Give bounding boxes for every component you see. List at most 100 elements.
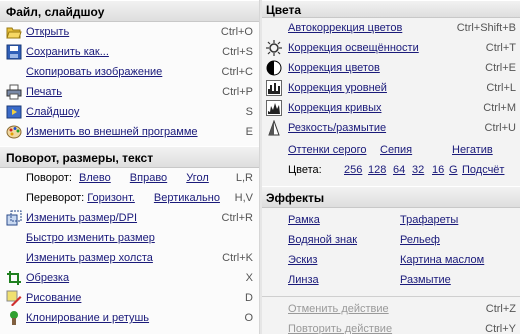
slideshow-item[interactable]: Слайдшоу S — [0, 102, 259, 122]
canvas-size-label[interactable]: Изменить размер холста — [26, 248, 153, 268]
canvas-size-item[interactable]: Изменить размер холста Ctrl+K — [0, 248, 259, 268]
curves-item[interactable]: Коррекция кривых Ctrl+M — [262, 98, 520, 118]
slideshow-icon — [6, 104, 22, 120]
draw-shortcut: D — [245, 292, 253, 304]
print-label[interactable]: Печать — [26, 82, 62, 102]
rotate-angle-link[interactable]: Угол — [186, 172, 209, 184]
open-item[interactable]: Открыть Ctrl+O — [0, 22, 259, 42]
color-correction-item[interactable]: Коррекция цветов Ctrl+E — [262, 58, 520, 78]
effects-section-header: Эффекты — [262, 186, 520, 208]
rotate-left-link[interactable]: Влево — [79, 172, 111, 184]
colors-256-link[interactable]: 256 — [344, 160, 362, 180]
resize-shortcut: Ctrl+R — [221, 212, 253, 224]
flip-horizontal-link[interactable]: Горизонт. — [87, 192, 135, 204]
flip-shortcut: H,V — [234, 192, 253, 204]
slideshow-label[interactable]: Слайдшоу — [26, 102, 79, 122]
lighting-shortcut: Ctrl+T — [485, 42, 516, 54]
save-as-label[interactable]: Сохранить как... — [26, 42, 109, 62]
colors-section-header: Цвета — [262, 0, 520, 18]
sketch-link[interactable]: Эскиз — [288, 250, 317, 270]
lighting-item[interactable]: Коррекция освещённости Ctrl+T — [262, 38, 520, 58]
sepia-link[interactable]: Сепия — [380, 140, 412, 160]
oil-painting-link[interactable]: Картина маслом — [400, 250, 484, 270]
flip-row: Переворот: Горизонт. Вертикально H,V — [0, 188, 259, 208]
auto-color-item[interactable]: Автокоррекция цветов Ctrl+Shift+B — [262, 18, 520, 38]
colors-64-link[interactable]: 64 — [393, 160, 405, 180]
color-circle-icon — [266, 60, 282, 76]
draw-label[interactable]: Рисование — [26, 288, 81, 308]
redo-shortcut: Ctrl+Y — [485, 323, 516, 334]
transform-section-header: Поворот, размеры, текст — [0, 146, 259, 168]
colors-32-link[interactable]: 32 — [412, 160, 424, 180]
copy-image-shortcut: Ctrl+C — [221, 66, 253, 78]
slideshow-shortcut: S — [245, 106, 253, 118]
redo-item[interactable]: Повторить действие Ctrl+Y — [262, 319, 520, 334]
rotate-label: Поворот: — [26, 172, 72, 184]
watermark-link[interactable]: Водяной знак — [288, 230, 357, 250]
resize-icon — [6, 210, 22, 226]
emboss-link[interactable]: Рельеф — [400, 230, 440, 250]
sun-icon — [266, 40, 282, 56]
external-edit-label[interactable]: Изменить во внешней программе — [26, 122, 198, 142]
auto-color-label[interactable]: Автокоррекция цветов — [288, 18, 402, 38]
file-section-header: Файл, слайдшоу — [0, 0, 259, 22]
effects-row-1: Рамка Трафареты — [262, 210, 520, 230]
color-modes-row: Оттенки серого Сепия Негатив — [262, 140, 520, 160]
levels-item[interactable]: Коррекция уровней Ctrl+L — [262, 78, 520, 98]
save-as-shortcut: Ctrl+S — [222, 46, 253, 58]
color-correction-label[interactable]: Коррекция цветов — [288, 58, 380, 78]
undo-shortcut: Ctrl+Z — [485, 303, 516, 315]
sharpen-item[interactable]: Резкость/размытие Ctrl+U — [262, 118, 520, 138]
external-edit-item[interactable]: Изменить во внешней программе E — [0, 122, 259, 142]
effects-row-4: Линза Размытие — [262, 270, 520, 290]
crop-item[interactable]: Обрезка X — [0, 268, 259, 288]
open-label[interactable]: Открыть — [26, 22, 69, 42]
quick-resize-item[interactable]: Быстро изменить размер — [0, 228, 259, 248]
blur-link[interactable]: Размытие — [400, 270, 451, 290]
sharpen-label[interactable]: Резкость/размытие — [288, 118, 386, 138]
crop-label[interactable]: Обрезка — [26, 268, 69, 288]
clone-shortcut: O — [244, 312, 253, 324]
redo-label[interactable]: Повторить действие — [288, 319, 392, 334]
palette-icon — [6, 124, 22, 140]
colors-g-link[interactable]: G — [449, 160, 458, 180]
sharpen-shortcut: Ctrl+U — [484, 122, 516, 134]
undo-label[interactable]: Отменить действие — [288, 299, 389, 319]
grayscale-link[interactable]: Оттенки серого — [288, 140, 366, 160]
clone-item[interactable]: Клонирование и ретушь O — [0, 308, 259, 328]
frame-link[interactable]: Рамка — [288, 210, 320, 230]
negative-link[interactable]: Негатив — [452, 140, 493, 160]
quick-resize-label[interactable]: Быстро изменить размер — [26, 228, 155, 248]
curves-label[interactable]: Коррекция кривых — [288, 98, 381, 118]
colors-16-link[interactable]: 16 — [432, 160, 444, 180]
copy-image-label[interactable]: Скопировать изображение — [26, 62, 162, 82]
auto-color-shortcut: Ctrl+Shift+B — [456, 22, 516, 34]
save-icon — [6, 44, 22, 60]
levels-label[interactable]: Коррекция уровней — [288, 78, 387, 98]
left-panel: Файл, слайдшоу Открыть Ctrl+O Сохранить … — [0, 0, 260, 334]
lens-link[interactable]: Линза — [288, 270, 319, 290]
colors-128-link[interactable]: 128 — [368, 160, 386, 180]
save-as-item[interactable]: Сохранить как... Ctrl+S — [0, 42, 259, 62]
stencils-link[interactable]: Трафареты — [400, 210, 458, 230]
effects-row-3: Эскиз Картина маслом — [262, 250, 520, 270]
resize-item[interactable]: Изменить размер/DPI Ctrl+R — [0, 208, 259, 228]
history-divider — [262, 296, 520, 297]
effects-row-2: Водяной знак Рельеф — [262, 230, 520, 250]
open-shortcut: Ctrl+O — [220, 26, 253, 38]
draw-item[interactable]: Рисование D — [0, 288, 259, 308]
copy-image-item[interactable]: Скопировать изображение Ctrl+C — [0, 62, 259, 82]
right-panel: Цвета Автокоррекция цветов Ctrl+Shift+B … — [262, 0, 520, 334]
colors-count-link[interactable]: Подсчёт — [462, 160, 504, 180]
draw-icon — [6, 290, 22, 307]
clone-label[interactable]: Клонирование и ретушь — [26, 308, 149, 328]
curves-shortcut: Ctrl+M — [483, 102, 516, 114]
print-item[interactable]: Печать Ctrl+P — [0, 82, 259, 102]
levels-shortcut: Ctrl+L — [486, 82, 516, 94]
resize-label[interactable]: Изменить размер/DPI — [26, 208, 137, 228]
undo-item[interactable]: Отменить действие Ctrl+Z — [262, 299, 520, 319]
flip-vertical-link[interactable]: Вертикально — [154, 192, 220, 204]
rotate-shortcut: L,R — [235, 172, 253, 184]
rotate-right-link[interactable]: Вправо — [130, 172, 167, 184]
lighting-label[interactable]: Коррекция освещённости — [288, 38, 419, 58]
